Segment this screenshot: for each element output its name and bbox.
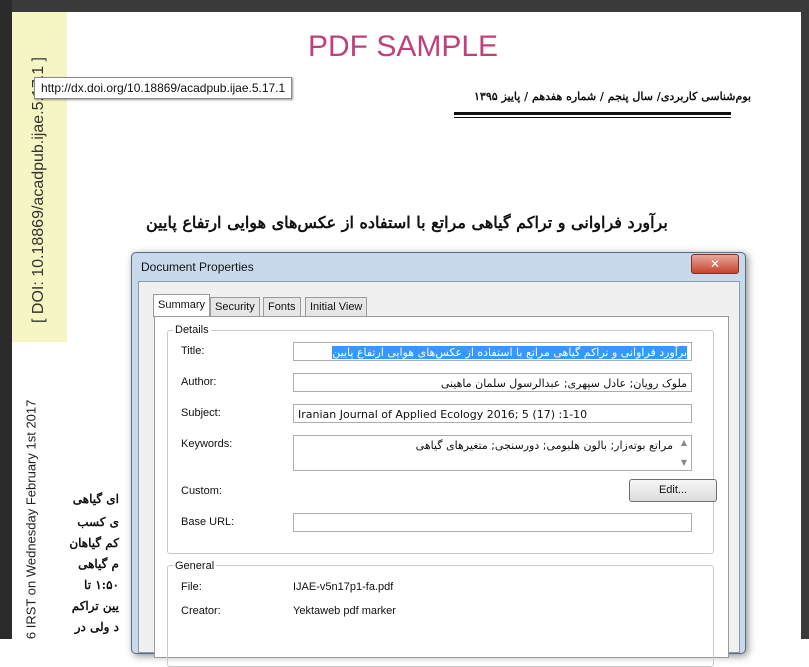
title-label: Title: [181,345,205,357]
window-top-bar [0,0,809,12]
scroll-up-icon[interactable]: ▲ [679,438,689,448]
title-field[interactable]: برآورد فراوانی و تراکم گیاهی مراتع با اس… [293,342,692,361]
journal-header: بوم‌شناسی کاربردی/ سال پنجم / شماره هفده… [474,90,752,103]
article-title: برآورد فراوانی و تراکم گیاهی مراتع با اس… [146,213,668,232]
file-value: IJAE-v5n17p1-fa.pdf [293,581,394,593]
body-text-fragment: ای گیاهی [72,492,119,506]
tab-summary[interactable]: Summary [153,294,211,317]
right-scroll-edge [801,12,809,639]
creator-value: Yektaweb pdf marker [293,605,396,617]
dialog-body: Summary Security Fonts Initial View Deta… [138,281,740,667]
header-rule [454,112,731,115]
creator-label: Creator: [181,605,221,617]
body-text-fragment: کم گیاهان [69,536,119,550]
body-text-fragment: ۱:۵۰ تا [84,578,119,592]
author-field[interactable]: ملوک رویان; عادل سپهری; عبدالرسول سلمان … [293,373,692,392]
doi-strip: [ DOI: 10.18869/acadpub.ijae.5.17.1 ] [12,12,67,342]
body-text-fragment: د ولی در [74,620,119,634]
document-properties-dialog: Document Properties ✕ Summary Security F… [131,252,746,667]
header-rule-thin [454,117,731,118]
author-label: Author: [181,376,217,388]
general-group [167,565,714,667]
close-icon: ✕ [709,257,721,271]
keywords-field[interactable]: مراتع بوته‌زار; بالون هلیومی; دورسنجی; م… [293,435,692,471]
dialog-title: Document Properties [141,260,254,274]
title-value: برآورد فراوانی و تراکم گیاهی مراتع با اس… [332,346,687,359]
subject-label: Subject: [181,407,221,419]
base-url-label: Base URL: [181,516,235,528]
left-gutter [0,0,12,639]
tab-fonts[interactable]: Fonts [263,297,301,316]
file-label: File: [181,581,202,593]
scroll-down-icon[interactable]: ▼ [679,458,689,468]
close-button[interactable]: ✕ [691,254,739,274]
body-text-fragment: ی کسب [77,515,119,529]
edit-button[interactable]: Edit... [629,479,717,502]
details-group-label: Details [173,324,211,336]
tab-security[interactable]: Security [210,297,260,316]
subject-field[interactable]: Iranian Journal of Applied Ecology 2016;… [293,404,692,423]
base-url-field[interactable] [293,513,692,532]
keywords-label: Keywords: [181,438,233,450]
summary-panel: Details Title: برآورد فراوانی و تراکم گی… [154,316,729,667]
download-date-text: 19:26 IRST on Wednesday February 1st 201… [23,399,39,639]
body-text-fragment: یین تراکم [71,599,119,613]
general-group-label: General [173,560,217,572]
link-tooltip: http://dx.doi.org/10.18869/acadpub.ijae.… [34,77,293,99]
tab-initial-view[interactable]: Initial View [305,297,368,316]
watermark-text: PDF SAMPLE [308,30,499,63]
keywords-value: مراتع بوته‌زار; بالون هلیومی; دورسنجی; م… [415,439,673,452]
body-text-fragment: م گیاهی [78,557,119,571]
custom-label: Custom: [181,485,222,497]
